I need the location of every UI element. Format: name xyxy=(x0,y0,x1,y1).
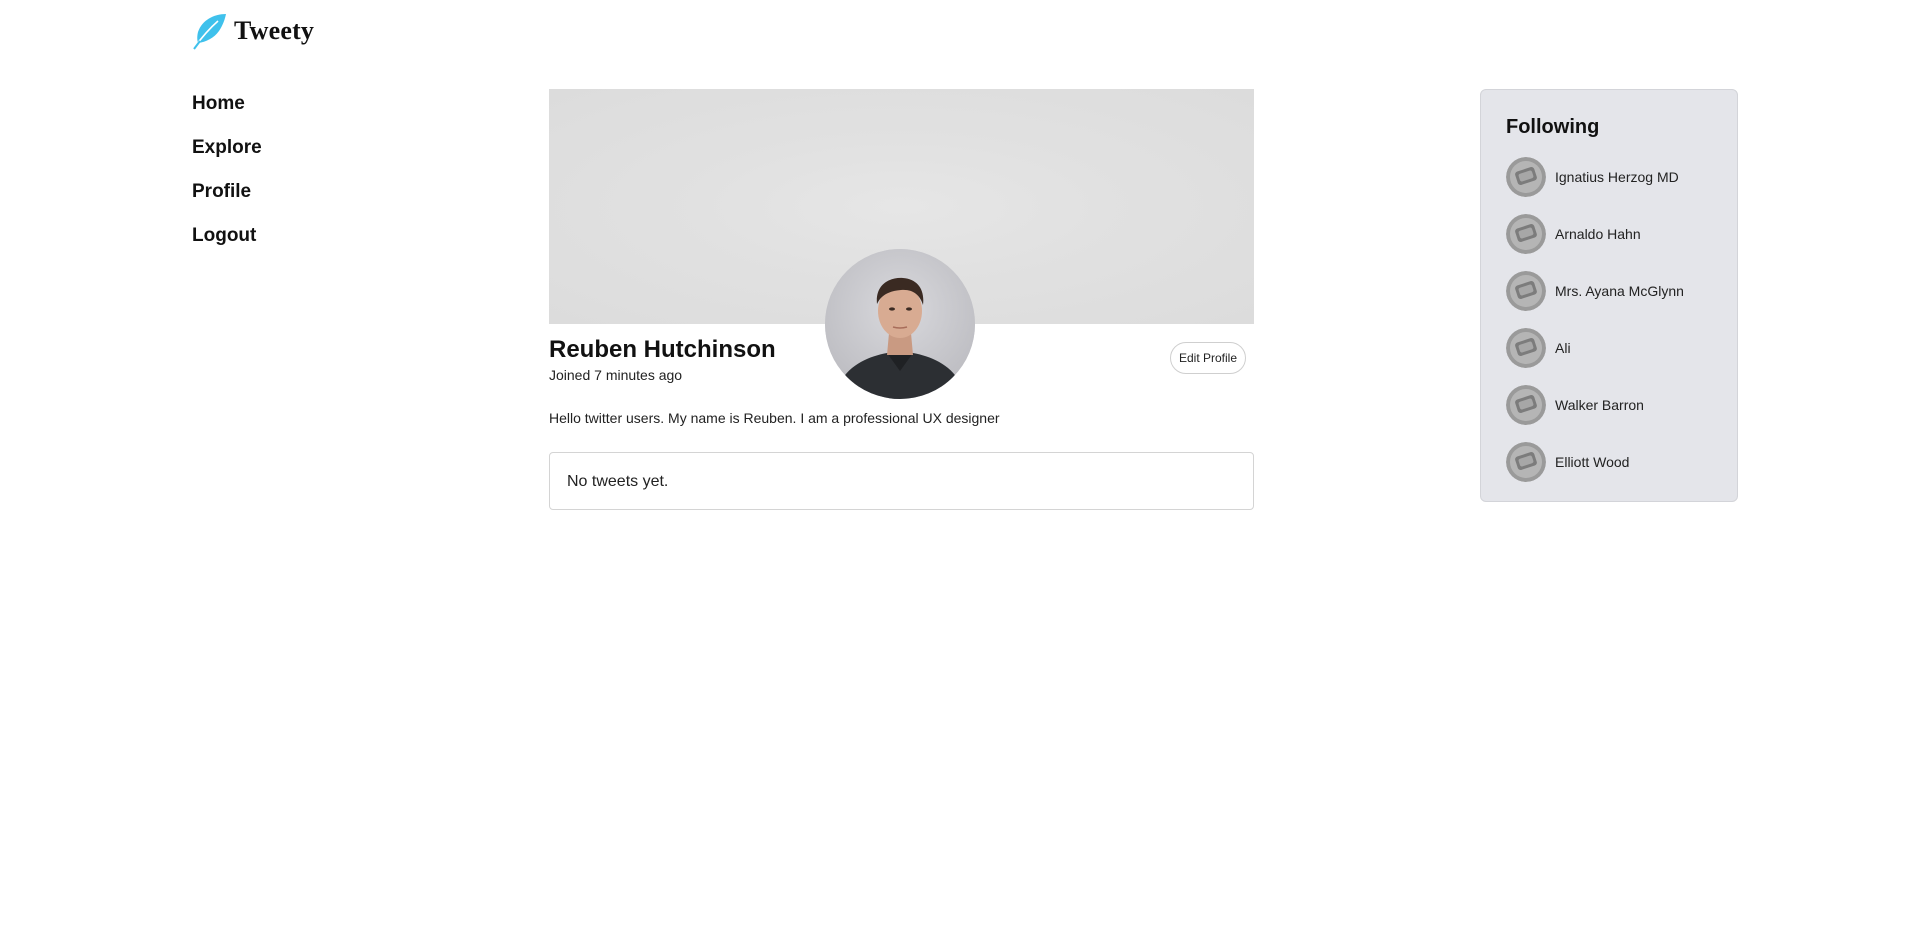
following-user-name: Mrs. Ayana McGlynn xyxy=(1555,283,1684,299)
avatar xyxy=(1506,442,1546,482)
avatar xyxy=(1506,157,1546,197)
following-user-name: Ignatius Herzog MD xyxy=(1555,169,1679,185)
following-user[interactable]: Mrs. Ayana McGlynn xyxy=(1506,271,1712,311)
following-user[interactable]: Elliott Wood xyxy=(1506,442,1712,482)
following-panel: Following Ignatius Herzog MD Arnaldo Hah… xyxy=(1480,89,1738,502)
edit-profile-button[interactable]: Edit Profile xyxy=(1169,342,1246,374)
following-user-name: Arnaldo Hahn xyxy=(1555,226,1641,242)
tweets-timeline: No tweets yet. xyxy=(549,452,1254,510)
nav-item-logout[interactable]: Logout xyxy=(192,220,262,264)
following-user-name: Walker Barron xyxy=(1555,397,1644,413)
avatar xyxy=(1506,271,1546,311)
following-user[interactable]: Ali xyxy=(1506,328,1712,368)
profile-info: Reuben Hutchinson Joined 7 minutes ago xyxy=(549,335,776,383)
logo[interactable]: Tweety xyxy=(192,12,314,50)
logo-text: Tweety xyxy=(234,16,315,45)
profile-name: Reuben Hutchinson xyxy=(549,336,776,363)
nav-item-home[interactable]: Home xyxy=(192,88,262,132)
following-user[interactable]: Ignatius Herzog MD xyxy=(1506,157,1712,197)
nav-item-profile[interactable]: Profile xyxy=(192,176,262,220)
nav-item-explore[interactable]: Explore xyxy=(192,132,262,176)
profile-section: Reuben Hutchinson Joined 7 minutes ago E… xyxy=(549,89,1254,510)
profile-bio: Hello twitter users. My name is Reuben. … xyxy=(549,410,1000,426)
following-title: Following xyxy=(1506,116,1600,138)
empty-tweets-message: No tweets yet. xyxy=(567,473,669,490)
avatar xyxy=(1506,385,1546,425)
following-user-name: Elliott Wood xyxy=(1555,454,1630,470)
avatar xyxy=(1506,214,1546,254)
following-user[interactable]: Arnaldo Hahn xyxy=(1506,214,1712,254)
profile-avatar xyxy=(825,249,975,399)
feather-icon xyxy=(192,12,228,50)
main-nav: Home Explore Profile Logout xyxy=(192,88,262,264)
page: Tweety Home Explore Profile Logout Reube… xyxy=(0,0,1920,935)
avatar xyxy=(1506,328,1546,368)
following-user[interactable]: Walker Barron xyxy=(1506,385,1712,425)
following-user-name: Ali xyxy=(1555,340,1571,356)
profile-joined: Joined 7 minutes ago xyxy=(549,367,683,383)
